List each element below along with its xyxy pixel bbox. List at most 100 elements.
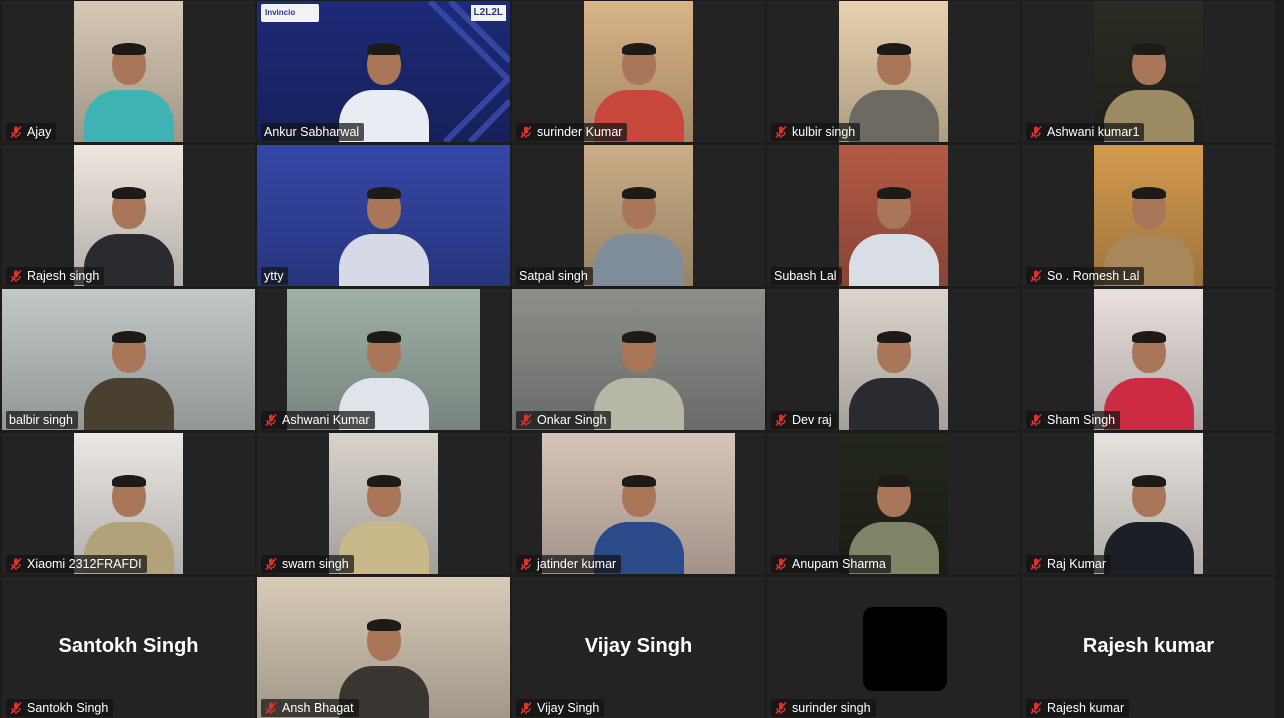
participant-tile[interactable]: surinder Kumar: [512, 1, 765, 142]
participant-name: balbir singh: [9, 413, 73, 427]
video-feed: [839, 289, 948, 430]
participant-name: Subash Lal: [774, 269, 837, 283]
participant-name: So . Romesh Lal: [1047, 269, 1140, 283]
participant-silhouette: [257, 145, 510, 286]
participant-tile[interactable]: balbir singh: [2, 289, 255, 430]
participant-name-tag: balbir singh: [6, 411, 78, 429]
participant-name: Xiaomi 2312FRAFDI: [27, 557, 142, 571]
participant-tile[interactable]: Onkar Singh: [512, 289, 765, 430]
video-feed: [839, 145, 948, 286]
mic-muted-icon: [1029, 413, 1043, 427]
participant-tile[interactable]: Anupam Sharma: [767, 433, 1020, 574]
participant-tile[interactable]: swarn singh: [257, 433, 510, 574]
video-feed: [2, 289, 255, 430]
participant-silhouette: [74, 145, 183, 286]
participant-name: Vijay Singh: [537, 701, 600, 715]
participant-name: Ankur Sabharwal: [264, 125, 360, 139]
mic-muted-icon: [9, 269, 23, 283]
mic-muted-icon: [1029, 269, 1043, 283]
mic-muted-icon: [519, 557, 533, 571]
participant-name: Rajesh kumar: [1047, 701, 1125, 715]
mic-muted-icon: [519, 413, 533, 427]
participant-tile[interactable]: Dev raj: [767, 289, 1020, 430]
participant-name-tag: Anupam Sharma: [771, 555, 891, 573]
video-feed: [512, 289, 765, 430]
participant-name: Ashwani Kumar: [282, 413, 370, 427]
participant-name-tag: Sham Singh: [1026, 411, 1121, 429]
participant-tile[interactable]: Ansh Bhagat: [257, 577, 510, 718]
video-feed: [1094, 1, 1203, 142]
participant-tile[interactable]: ytty: [257, 145, 510, 286]
participant-name: Dev raj: [792, 413, 832, 427]
participant-tile[interactable]: kulbir singh: [767, 1, 1020, 142]
participant-name: Ashwani kumar1: [1047, 125, 1140, 139]
participant-name: Onkar Singh: [537, 413, 607, 427]
participant-name: Santokh Singh: [27, 701, 109, 715]
participant-name: Anupam Sharma: [792, 557, 886, 571]
participant-name-tag: Ajay: [6, 123, 57, 141]
participant-name: ytty: [264, 269, 284, 283]
participant-name: kulbir singh: [792, 125, 856, 139]
participant-tile[interactable]: Satpal singh: [512, 145, 765, 286]
mic-muted-icon: [264, 701, 278, 715]
participant-silhouette: [839, 433, 948, 574]
participant-silhouette: [839, 289, 948, 430]
participant-tile[interactable]: Invincio L2L2L Ankur Sabharwal: [257, 1, 510, 142]
participant-name-tag: Xiaomi 2312FRAFDI: [6, 555, 147, 573]
participant-tile[interactable]: Sham Singh: [1022, 289, 1275, 430]
participant-tile[interactable]: So . Romesh Lal: [1022, 145, 1275, 286]
participant-tile[interactable]: Subash Lal: [767, 145, 1020, 286]
participant-name-tag: Ankur Sabharwal: [261, 123, 365, 141]
participant-name-tag: Ansh Bhagat: [261, 699, 359, 717]
video-feed: [542, 433, 735, 574]
video-feed: [839, 433, 948, 574]
participant-name-tag: Rajesh singh: [6, 267, 105, 285]
video-feed: [584, 1, 693, 142]
video-feed: [329, 433, 438, 574]
mic-muted-icon: [774, 413, 788, 427]
participant-silhouette: [74, 433, 183, 574]
participant-name-tag: Vijay Singh: [516, 699, 605, 717]
participant-tile[interactable]: Vijay Singh Vijay Singh: [512, 577, 765, 718]
participant-tile[interactable]: Ashwani kumar1: [1022, 1, 1275, 142]
participant-silhouette: [584, 1, 693, 142]
video-feed: [1094, 289, 1203, 430]
participant-tile[interactable]: Raj Kumar: [1022, 433, 1275, 574]
mic-muted-icon: [1029, 125, 1043, 139]
participant-silhouette: [542, 433, 735, 574]
participant-tile[interactable]: Rajesh singh: [2, 145, 255, 286]
video-feed: [74, 145, 183, 286]
participant-tile[interactable]: Ashwani Kumar: [257, 289, 510, 430]
participant-silhouette: [1094, 1, 1203, 142]
participant-name-tag: Raj Kumar: [1026, 555, 1112, 573]
mic-muted-icon: [519, 701, 533, 715]
video-feed: [74, 433, 183, 574]
participant-tile[interactable]: Santokh Singh Santokh Singh: [2, 577, 255, 718]
participant-tile[interactable]: jatinder kumar: [512, 433, 765, 574]
video-feed: [74, 1, 183, 142]
participant-name-tag: Satpal singh: [516, 267, 593, 285]
video-feed: [257, 1, 510, 142]
video-feed: [257, 577, 510, 718]
participant-silhouette: [1094, 145, 1203, 286]
video-feed: [1094, 145, 1203, 286]
participant-tile[interactable]: surinder singh: [767, 577, 1020, 718]
participant-avatar-name: Vijay Singh: [584, 635, 693, 657]
participant-name: Ansh Bhagat: [282, 701, 354, 715]
participant-name-tag: Onkar Singh: [516, 411, 612, 429]
participant-name-tag: Dev raj: [771, 411, 837, 429]
participant-silhouette: [257, 1, 510, 142]
video-feed: [257, 145, 510, 286]
participant-name-tag: surinder singh: [771, 699, 876, 717]
participant-tile[interactable]: Xiaomi 2312FRAFDI: [2, 433, 255, 574]
participant-name-tag: surinder Kumar: [516, 123, 628, 141]
mic-muted-icon: [774, 701, 788, 715]
participant-tile[interactable]: Rajesh kumar Rajesh kumar: [1022, 577, 1275, 718]
participant-silhouette: [512, 289, 765, 430]
video-feed: [584, 145, 693, 286]
participant-name: jatinder kumar: [537, 557, 617, 571]
participant-silhouette: [1094, 433, 1203, 574]
participant-tile[interactable]: Ajay: [2, 1, 255, 142]
participant-name-tag: So . Romesh Lal: [1026, 267, 1145, 285]
video-feed: [1094, 433, 1203, 574]
